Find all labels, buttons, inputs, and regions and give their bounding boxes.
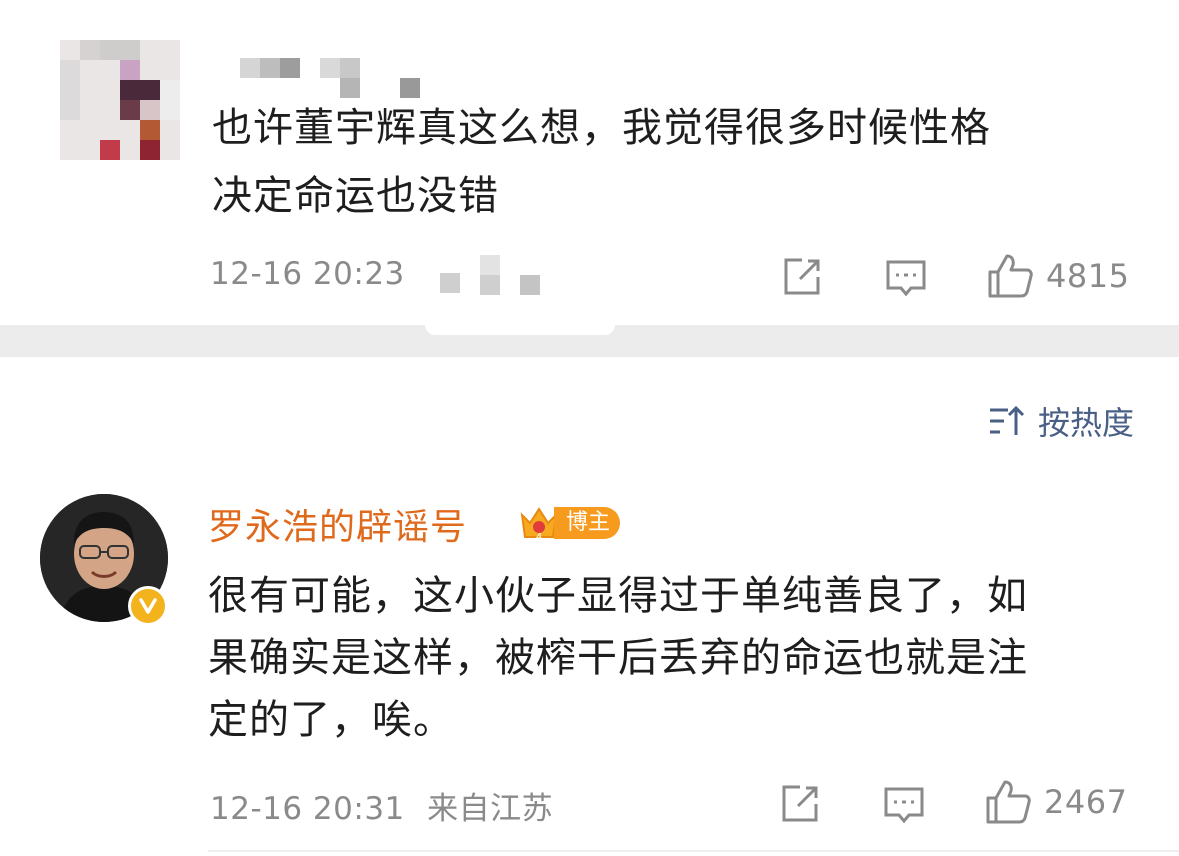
- comment-reply-button[interactable]: [882, 784, 926, 828]
- post-like-count: 4815: [1046, 257, 1130, 295]
- post-comment-button[interactable]: [884, 257, 928, 301]
- like-icon: [986, 780, 1031, 824]
- pixelated-avatar[interactable]: [60, 40, 180, 160]
- svg-text:4: 4: [536, 532, 542, 543]
- post-like-button[interactable]: 4815: [986, 252, 1129, 300]
- comment-timestamp: 12-16 20:31: [210, 791, 405, 827]
- like-icon: [988, 254, 1033, 298]
- comment-meta: 12-16 20:31 来自江苏: [210, 783, 553, 828]
- share-icon: [782, 785, 818, 822]
- blurred-location: [440, 255, 580, 301]
- comment-text: 很有可能，这小伙子显得过于单纯善良了，如 果确实是这样，被榨干后丢弃的命运也就是…: [208, 565, 1138, 751]
- post-timestamp: 12-16 20:23: [210, 256, 405, 292]
- blurred-username[interactable]: [240, 58, 430, 98]
- comment-share-button[interactable]: [778, 782, 822, 826]
- bottom-divider: [208, 850, 1179, 852]
- sort-label: 按热度: [1037, 404, 1134, 442]
- blogger-badge: 4 博主: [518, 503, 621, 543]
- comment-icon: [884, 787, 924, 824]
- sort-icon: [989, 405, 1025, 435]
- comment-text-line-1: 很有可能，这小伙子显得过于单纯善良了，如: [208, 573, 1028, 619]
- badge-label: 博主: [554, 507, 621, 539]
- comment-icon: [886, 260, 926, 297]
- post-text-line-2: 决定命运也没错: [212, 173, 499, 219]
- comment-like-button[interactable]: 2467: [984, 778, 1127, 826]
- verified-icon: [139, 598, 157, 614]
- comment-text-line-3: 定的了，唉。: [208, 697, 454, 743]
- sort-by-hot-button[interactable]: 按热度: [988, 398, 1134, 444]
- post-text-line-1: 也许董宇辉真这么想，我觉得很多时候性格: [212, 105, 991, 151]
- divider-tab: [425, 325, 615, 335]
- commenter-name[interactable]: 罗永浩的辟谣号: [208, 498, 467, 550]
- comment-location: 来自江苏: [427, 791, 554, 827]
- share-icon: [784, 258, 820, 295]
- comment-like-count: 2467: [1044, 783, 1128, 821]
- post-share-button[interactable]: [780, 255, 824, 299]
- verified-badge: [128, 586, 168, 626]
- comment-text-line-2: 果确实是这样，被榨干后丢弃的命运也就是注: [208, 635, 1028, 681]
